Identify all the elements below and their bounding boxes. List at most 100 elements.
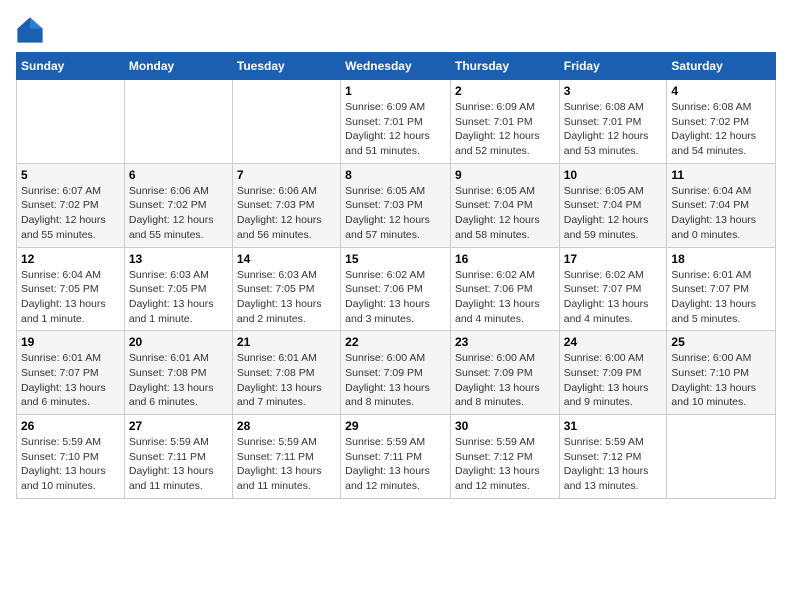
calendar-cell: 10 Sunrise: 6:05 AMSunset: 7:04 PMDayligh… [559,163,667,247]
calendar-cell: 25 Sunrise: 6:00 AMSunset: 7:10 PMDayligh… [667,331,776,415]
day-number: 20 [129,335,228,349]
day-info: Sunrise: 5:59 AMSunset: 7:12 PMDaylight:… [455,435,555,494]
day-number: 2 [455,84,555,98]
day-info: Sunrise: 6:08 AMSunset: 7:02 PMDaylight:… [671,100,771,159]
day-info: Sunrise: 5:59 AMSunset: 7:11 PMDaylight:… [345,435,446,494]
weekday-header-sunday: Sunday [17,53,125,80]
calendar-cell: 30 Sunrise: 5:59 AMSunset: 7:12 PMDayligh… [450,415,559,499]
calendar-cell: 14Sunrise: 6:03 AMSunset: 7:05 PMDayligh… [232,247,340,331]
calendar-cell: 17Sunrise: 6:02 AMSunset: 7:07 PMDayligh… [559,247,667,331]
calendar-cell: 1 Sunrise: 6:09 AMSunset: 7:01 PMDaylight… [341,80,451,164]
day-number: 10 [564,168,663,182]
header [16,16,776,44]
weekday-header-row: SundayMondayTuesdayWednesdayThursdayFrid… [17,53,776,80]
day-number: 28 [237,419,336,433]
day-number: 29 [345,419,446,433]
day-number: 9 [455,168,555,182]
calendar-cell [667,415,776,499]
day-info: Sunrise: 6:07 AMSunset: 7:02 PMDaylight:… [21,184,120,243]
day-info: Sunrise: 5:59 AMSunset: 7:12 PMDaylight:… [564,435,663,494]
day-info: Sunrise: 6:02 AMSunset: 7:07 PMDaylight:… [564,268,663,327]
calendar-cell [17,80,125,164]
day-info: Sunrise: 6:05 AMSunset: 7:04 PMDaylight:… [564,184,663,243]
calendar-cell: 16 Sunrise: 6:02 AMSunset: 7:06 PMDayligh… [450,247,559,331]
weekday-header-monday: Monday [124,53,232,80]
day-info: Sunrise: 5:59 AMSunset: 7:10 PMDaylight:… [21,435,120,494]
calendar-cell: 18Sunrise: 6:01 AMSunset: 7:07 PMDayligh… [667,247,776,331]
calendar-cell: 13 Sunrise: 6:03 AMSunset: 7:05 PMDayligh… [124,247,232,331]
calendar-cell [232,80,340,164]
day-number: 26 [21,419,120,433]
day-info: Sunrise: 6:01 AMSunset: 7:08 PMDaylight:… [129,351,228,410]
day-number: 14 [237,252,336,266]
logo [16,16,48,44]
weekday-header-tuesday: Tuesday [232,53,340,80]
weekday-header-thursday: Thursday [450,53,559,80]
day-number: 5 [21,168,120,182]
calendar-cell: 9 Sunrise: 6:05 AMSunset: 7:04 PMDaylight… [450,163,559,247]
day-number: 16 [455,252,555,266]
calendar-body: 1 Sunrise: 6:09 AMSunset: 7:01 PMDaylight… [17,80,776,499]
day-info: Sunrise: 6:00 AMSunset: 7:09 PMDaylight:… [455,351,555,410]
day-number: 13 [129,252,228,266]
day-info: Sunrise: 6:05 AMSunset: 7:04 PMDaylight:… [455,184,555,243]
day-info: Sunrise: 6:00 AMSunset: 7:09 PMDaylight:… [564,351,663,410]
day-info: Sunrise: 6:01 AMSunset: 7:07 PMDaylight:… [671,268,771,327]
calendar-week-row: 19 Sunrise: 6:01 AMSunset: 7:07 PMDayligh… [17,331,776,415]
day-number: 27 [129,419,228,433]
calendar-week-row: 26 Sunrise: 5:59 AMSunset: 7:10 PMDayligh… [17,415,776,499]
calendar-cell: 29 Sunrise: 5:59 AMSunset: 7:11 PMDayligh… [341,415,451,499]
calendar-cell: 3Sunrise: 6:08 AMSunset: 7:01 PMDaylight… [559,80,667,164]
day-number: 31 [564,419,663,433]
calendar-cell: 6Sunrise: 6:06 AMSunset: 7:02 PMDaylight… [124,163,232,247]
calendar-cell: 8 Sunrise: 6:05 AMSunset: 7:03 PMDaylight… [341,163,451,247]
calendar-week-row: 5 Sunrise: 6:07 AMSunset: 7:02 PMDaylight… [17,163,776,247]
day-info: Sunrise: 6:02 AMSunset: 7:06 PMDaylight:… [455,268,555,327]
calendar-cell: 26 Sunrise: 5:59 AMSunset: 7:10 PMDayligh… [17,415,125,499]
day-info: Sunrise: 6:01 AMSunset: 7:07 PMDaylight:… [21,351,120,410]
day-number: 23 [455,335,555,349]
calendar-cell: 4 Sunrise: 6:08 AMSunset: 7:02 PMDaylight… [667,80,776,164]
calendar-cell: 7 Sunrise: 6:06 AMSunset: 7:03 PMDaylight… [232,163,340,247]
calendar-cell: 19 Sunrise: 6:01 AMSunset: 7:07 PMDayligh… [17,331,125,415]
day-info: Sunrise: 5:59 AMSunset: 7:11 PMDaylight:… [129,435,228,494]
weekday-header-wednesday: Wednesday [341,53,451,80]
day-info: Sunrise: 6:09 AMSunset: 7:01 PMDaylight:… [345,100,446,159]
calendar-table: SundayMondayTuesdayWednesdayThursdayFrid… [16,52,776,499]
day-number: 1 [345,84,446,98]
day-info: Sunrise: 6:04 AMSunset: 7:05 PMDaylight:… [21,268,120,327]
calendar-cell: 11Sunrise: 6:04 AMSunset: 7:04 PMDayligh… [667,163,776,247]
calendar-cell: 31 Sunrise: 5:59 AMSunset: 7:12 PMDayligh… [559,415,667,499]
day-info: Sunrise: 6:06 AMSunset: 7:03 PMDaylight:… [237,184,336,243]
day-number: 3 [564,84,663,98]
day-info: Sunrise: 6:01 AMSunset: 7:08 PMDaylight:… [237,351,336,410]
day-number: 8 [345,168,446,182]
day-info: Sunrise: 6:00 AMSunset: 7:10 PMDaylight:… [671,351,771,410]
calendar-cell: 23 Sunrise: 6:00 AMSunset: 7:09 PMDayligh… [450,331,559,415]
day-info: Sunrise: 6:05 AMSunset: 7:03 PMDaylight:… [345,184,446,243]
day-info: Sunrise: 6:03 AMSunset: 7:05 PMDaylight:… [129,268,228,327]
weekday-header-saturday: Saturday [667,53,776,80]
day-number: 4 [671,84,771,98]
day-info: Sunrise: 6:02 AMSunset: 7:06 PMDaylight:… [345,268,446,327]
calendar-cell: 15 Sunrise: 6:02 AMSunset: 7:06 PMDayligh… [341,247,451,331]
weekday-header-friday: Friday [559,53,667,80]
day-number: 7 [237,168,336,182]
day-number: 21 [237,335,336,349]
day-number: 25 [671,335,771,349]
day-info: Sunrise: 6:06 AMSunset: 7:02 PMDaylight:… [129,184,228,243]
calendar-header: SundayMondayTuesdayWednesdayThursdayFrid… [17,53,776,80]
day-number: 11 [671,168,771,182]
day-number: 30 [455,419,555,433]
day-number: 24 [564,335,663,349]
calendar-cell: 28 Sunrise: 5:59 AMSunset: 7:11 PMDayligh… [232,415,340,499]
day-info: Sunrise: 5:59 AMSunset: 7:11 PMDaylight:… [237,435,336,494]
calendar-week-row: 1 Sunrise: 6:09 AMSunset: 7:01 PMDaylight… [17,80,776,164]
day-number: 15 [345,252,446,266]
day-info: Sunrise: 6:09 AMSunset: 7:01 PMDaylight:… [455,100,555,159]
day-number: 19 [21,335,120,349]
day-number: 22 [345,335,446,349]
calendar-cell: 20 Sunrise: 6:01 AMSunset: 7:08 PMDayligh… [124,331,232,415]
calendar-cell: 24 Sunrise: 6:00 AMSunset: 7:09 PMDayligh… [559,331,667,415]
calendar-cell: 5 Sunrise: 6:07 AMSunset: 7:02 PMDaylight… [17,163,125,247]
